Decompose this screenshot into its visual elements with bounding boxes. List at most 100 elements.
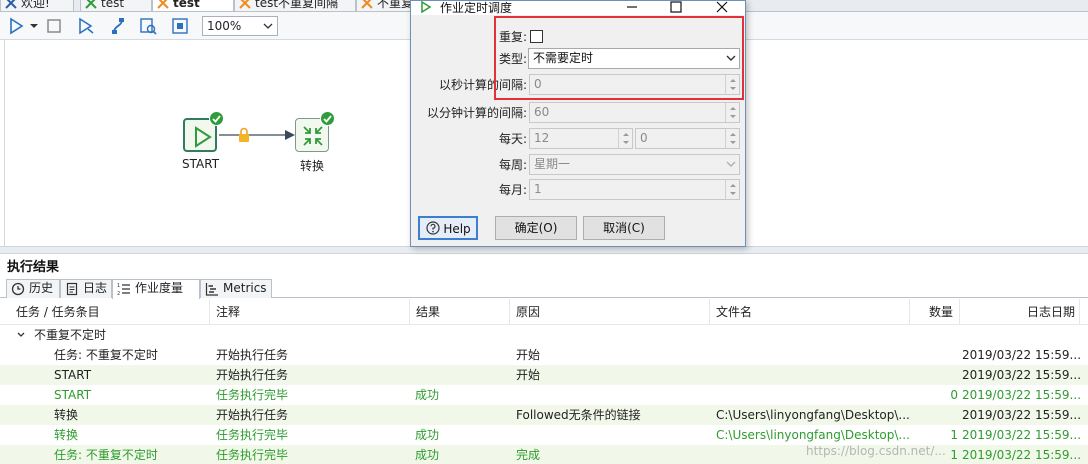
tab-label: test — [101, 0, 125, 10]
stop-button[interactable] — [44, 16, 64, 36]
column-header-reason[interactable]: 原因 — [510, 299, 710, 325]
cell-task: 任务: 不重复不定时 — [54, 348, 158, 362]
transform-node-label: 转换 — [300, 159, 325, 173]
type-select[interactable]: 不需要定时 — [528, 48, 740, 69]
run-button[interactable] — [6, 16, 26, 36]
daily-hour-input[interactable]: 12 — [529, 128, 633, 149]
daily-minute-input[interactable]: 0 — [635, 128, 740, 149]
tab-test-1[interactable]: test — [80, 0, 152, 11]
cell-task: 转换 — [54, 408, 79, 422]
impact-analysis-button[interactable] — [138, 16, 158, 36]
spinner-arrows-icon — [623, 133, 629, 144]
tab-label: 不重复 — [377, 0, 414, 10]
chevron-down-icon — [263, 23, 273, 29]
tab-metrics[interactable]: Metrics — [200, 279, 272, 298]
tree-group-row[interactable]: 不重复不定时 — [0, 325, 1088, 345]
help-button[interactable]: Help — [418, 216, 478, 240]
zoom-select[interactable]: 100% — [202, 16, 278, 36]
impact-icon — [140, 18, 157, 35]
type-value: 不需要定时 — [533, 51, 594, 65]
cell-comment: 任务执行完毕 — [216, 448, 289, 462]
spinner-arrows-icon — [730, 79, 736, 90]
tab-label: test不重复间隔 — [255, 0, 339, 10]
weekly-value: 星期一 — [534, 157, 571, 171]
daily-minute-spinner[interactable] — [725, 129, 739, 148]
daily-hour-spinner[interactable] — [618, 129, 632, 148]
cell-log-date: 2019/03/22 15:59... — [962, 408, 1080, 422]
tab-welcome[interactable]: 欢迎! — [0, 0, 74, 11]
grid-icon — [172, 18, 188, 34]
cancel-button[interactable]: 取消(C) — [583, 216, 665, 240]
chevron-down-icon[interactable] — [16, 330, 26, 340]
transform-icon — [360, 0, 374, 9]
cell-comment: 开始执行任务 — [216, 368, 289, 382]
column-header-log-date[interactable]: 日志日期 — [960, 299, 1080, 325]
hop-arrow[interactable] — [219, 124, 299, 146]
start-icon — [421, 1, 432, 13]
cell-reason: 完成 — [516, 448, 541, 462]
chevron-down-icon — [726, 55, 736, 61]
spinner-arrows-icon — [730, 107, 736, 118]
tab-log[interactable]: 日志 — [60, 279, 112, 298]
cell-reason: Followed无条件的链接 — [516, 408, 641, 422]
minutes-interval-input[interactable]: 60 — [529, 102, 740, 123]
seconds-interval-input[interactable]: 0 — [529, 74, 740, 95]
gantt-icon — [205, 283, 218, 296]
monthly-input[interactable]: 1 — [529, 179, 740, 200]
cell-result: 成功 — [415, 428, 440, 442]
ok-button[interactable]: 确定(O) — [495, 216, 577, 240]
table-row[interactable]: START 开始执行任务 开始 2019/03/22 15:59... — [0, 365, 1088, 385]
dialog-titlebar[interactable]: 作业定时调度 — [411, 1, 745, 15]
table-row[interactable]: 转换 开始执行任务 Followed无条件的链接 C:\Users\linyongfa… — [0, 405, 1088, 425]
verify-icon — [112, 18, 124, 34]
verify-button[interactable] — [108, 16, 128, 36]
tab-label: 历史 — [29, 281, 54, 295]
tab-label: Metrics — [223, 281, 267, 295]
repeat-checkbox[interactable] — [530, 30, 543, 43]
tab-test-2[interactable]: test — [152, 0, 234, 11]
column-header-comment[interactable]: 注释 — [210, 299, 410, 325]
column-header-count[interactable]: 数量 — [910, 299, 960, 325]
job-schedule-dialog: 作业定时调度 重复: 类型: 不需要定时 以秒计算的间隔: 0 以分钟计算的间隔… — [410, 0, 746, 247]
watermark: https://blog.csdn.net/... — [806, 444, 946, 458]
seconds-interval-value: 0 — [534, 77, 542, 91]
weekly-select[interactable]: 星期一 — [529, 154, 740, 175]
repeat-label: 重复: — [498, 30, 527, 44]
tab-test-no-repeat-interval[interactable]: test不重复间隔 — [234, 0, 356, 11]
column-header-task[interactable]: 任务 / 任务条目 — [10, 299, 210, 325]
sql-button[interactable] — [170, 16, 190, 36]
cell-log-date: 2019/03/22 15:59... — [962, 368, 1080, 382]
table-row[interactable]: 任务: 不重复不定时 开始执行任务 开始 2019/03/22 15:59... — [0, 345, 1088, 365]
preview-button[interactable] — [76, 16, 96, 36]
transform-icon — [238, 0, 252, 9]
table-row[interactable]: 转换 任务执行完毕 成功 C:\Users\linyongfang\Desktop\.… — [0, 425, 1088, 445]
minimize-icon[interactable] — [625, 0, 639, 14]
seconds-spinner[interactable] — [725, 75, 739, 94]
svg-text:1: 1 — [117, 283, 120, 289]
panel-splitter[interactable] — [0, 246, 1088, 254]
cell-log-date: 2019/03/22 15:59... — [962, 348, 1080, 362]
group-label: 不重复不定时 — [34, 328, 107, 342]
run-icon — [10, 17, 24, 35]
column-header-filename[interactable]: 文件名 — [710, 299, 910, 325]
monthly-spinner[interactable] — [725, 180, 739, 199]
close-icon[interactable] — [715, 0, 729, 14]
cell-task: 转换 — [54, 428, 79, 442]
table-row[interactable]: START 任务执行完毕 成功 0 2019/03/22 15:59... — [0, 385, 1088, 405]
spinner-arrows-icon — [730, 184, 736, 195]
tab-label: 作业度量 — [135, 281, 184, 295]
monthly-value: 1 — [534, 182, 542, 196]
help-icon — [426, 221, 440, 235]
cell-result: 成功 — [415, 388, 440, 402]
minutes-interval-value: 60 — [534, 105, 550, 119]
cell-count: 1 — [950, 428, 958, 442]
minutes-interval-label: 以分钟计算的间隔: — [426, 106, 527, 120]
cell-task: START — [54, 388, 92, 402]
tab-job-metrics[interactable]: 12 作业度量 — [112, 279, 200, 299]
minutes-spinner[interactable] — [725, 103, 739, 122]
column-header-result[interactable]: 结果 — [410, 299, 510, 325]
run-options-dropdown[interactable] — [28, 16, 40, 36]
tab-history[interactable]: 历史 — [6, 279, 60, 298]
maximize-icon[interactable] — [669, 0, 683, 14]
chevron-down-icon — [726, 161, 736, 167]
